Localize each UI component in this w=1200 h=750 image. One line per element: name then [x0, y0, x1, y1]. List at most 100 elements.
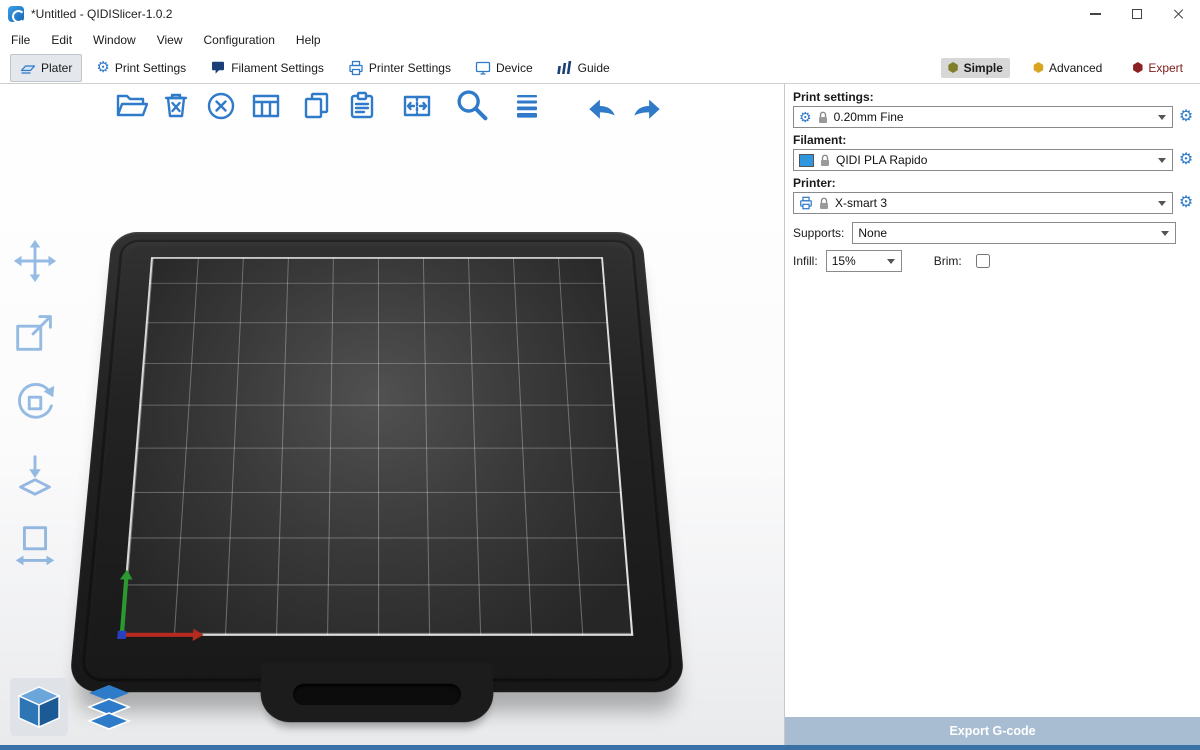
layers-icon: [83, 681, 135, 733]
export-gcode-button[interactable]: Export G-code: [785, 717, 1200, 745]
brim-checkbox[interactable]: [976, 254, 990, 268]
print-settings-edit-button[interactable]: ⚙: [1175, 106, 1197, 128]
paste-button[interactable]: [343, 86, 381, 126]
split-button[interactable]: [398, 86, 436, 126]
arrange-icon: [249, 89, 283, 123]
scale-icon: [10, 307, 60, 357]
printer-value: X-smart 3: [835, 196, 887, 210]
print-settings-value: 0.20mm Fine: [834, 110, 904, 124]
measure-button[interactable]: [8, 518, 62, 572]
x-axis-indicator: [121, 633, 200, 637]
rotate-button[interactable]: [8, 376, 62, 430]
filament-edit-button[interactable]: ⚙: [1175, 149, 1197, 171]
tab-label: Guide: [578, 61, 610, 75]
delete-button[interactable]: [157, 86, 195, 126]
tab-label: Device: [496, 61, 533, 75]
filament-combo[interactable]: QIDI PLA Rapido: [793, 149, 1173, 171]
dropdown-arrow-icon: [1161, 231, 1169, 240]
gizmo-toolbar: [8, 234, 62, 572]
mode-expert[interactable]: Expert: [1125, 58, 1190, 78]
tab-print-settings[interactable]: ⚙ Print Settings: [86, 55, 196, 81]
settings-sidebar: Print settings: ⚙ 0.20mm Fine ⚙ Filament…: [785, 84, 1200, 750]
menu-edit[interactable]: Edit: [51, 33, 72, 47]
viewport-3d[interactable]: [0, 84, 785, 746]
tab-plater[interactable]: Plater: [10, 54, 82, 82]
place-on-face-button[interactable]: [8, 447, 62, 501]
delete-all-button[interactable]: [202, 86, 240, 126]
printer-icon: [799, 196, 813, 210]
undo-button[interactable]: [583, 86, 621, 126]
view-toolbar: [10, 678, 138, 736]
menu-configuration[interactable]: Configuration: [204, 33, 275, 47]
tab-label: Printer Settings: [369, 61, 451, 75]
menu-view[interactable]: View: [157, 33, 183, 47]
dropdown-arrow-icon: [1158, 201, 1166, 210]
maximize-button[interactable]: [1116, 0, 1158, 28]
filament-icon: [210, 60, 226, 76]
cube-3d-icon: [13, 681, 65, 733]
mode-advanced[interactable]: Advanced: [1026, 58, 1109, 78]
search-button[interactable]: [453, 86, 491, 126]
print-settings-combo[interactable]: ⚙ 0.20mm Fine: [793, 106, 1173, 128]
menu-file[interactable]: File: [11, 33, 30, 47]
gear-icon: ⚙: [96, 61, 109, 75]
open-button[interactable]: [112, 86, 150, 126]
editor-3d-view-button[interactable]: [10, 678, 68, 736]
arrange-button[interactable]: [247, 86, 285, 126]
title-bar: *Untitled - QIDISlicer-1.0.2: [0, 0, 1200, 28]
menu-window[interactable]: Window: [93, 33, 136, 47]
device-icon: [475, 60, 491, 76]
tab-device[interactable]: Device: [465, 54, 543, 82]
tab-label: Print Settings: [115, 61, 186, 75]
app-icon: [8, 6, 24, 22]
trash-icon: [159, 89, 193, 123]
tab-printer-settings[interactable]: Printer Settings: [338, 54, 461, 82]
infill-value: 15%: [832, 254, 856, 268]
bed-grid: [121, 257, 634, 636]
guide-icon: [557, 60, 573, 76]
print-settings-label: Print settings:: [793, 90, 1190, 104]
supports-combo[interactable]: None: [852, 222, 1176, 244]
scale-button[interactable]: [8, 305, 62, 359]
printer-combo[interactable]: X-smart 3: [793, 192, 1173, 214]
dropdown-arrow-icon: [1158, 158, 1166, 167]
print-bed: [92, 192, 662, 697]
split-icon: [400, 89, 434, 123]
open-folder-icon: [114, 89, 148, 123]
advanced-mode-dot-icon: [1033, 62, 1044, 73]
move-button[interactable]: [8, 234, 62, 288]
window-title: *Untitled - QIDISlicer-1.0.2: [31, 7, 172, 21]
paste-icon: [345, 89, 379, 123]
layer-height-icon: [510, 89, 544, 123]
tab-filament-settings[interactable]: Filament Settings: [200, 54, 334, 82]
filament-value: QIDI PLA Rapido: [836, 153, 927, 167]
copy-icon: [300, 89, 334, 123]
copy-button[interactable]: [298, 86, 336, 126]
mode-label: Simple: [964, 61, 1003, 75]
dropdown-arrow-icon: [1158, 115, 1166, 124]
mode-simple[interactable]: Simple: [941, 58, 1010, 78]
printer-label: Printer:: [793, 176, 1190, 190]
dropdown-arrow-icon: [887, 259, 895, 268]
layers-preview-button[interactable]: [80, 678, 138, 736]
mode-label: Advanced: [1049, 61, 1102, 75]
printer-edit-button[interactable]: ⚙: [1175, 192, 1197, 214]
maximize-icon: [1132, 9, 1142, 19]
filament-color-swatch: [799, 154, 814, 167]
menu-help[interactable]: Help: [296, 33, 321, 47]
mode-label: Expert: [1148, 61, 1183, 75]
tab-label: Filament Settings: [231, 61, 324, 75]
printer-icon: [348, 60, 364, 76]
redo-button[interactable]: [628, 86, 666, 126]
mode-switcher: Simple Advanced Expert: [941, 58, 1190, 78]
minimize-button[interactable]: [1074, 0, 1116, 28]
tab-guide[interactable]: Guide: [547, 54, 620, 82]
variable-layer-height-button[interactable]: [508, 86, 546, 126]
supports-label: Supports:: [793, 226, 844, 240]
close-button[interactable]: [1158, 0, 1200, 28]
brim-label: Brim:: [934, 254, 962, 268]
bed-handle: [260, 663, 495, 722]
infill-combo[interactable]: 15%: [826, 250, 902, 272]
rotate-icon: [10, 378, 60, 428]
lock-icon: [818, 197, 830, 210]
